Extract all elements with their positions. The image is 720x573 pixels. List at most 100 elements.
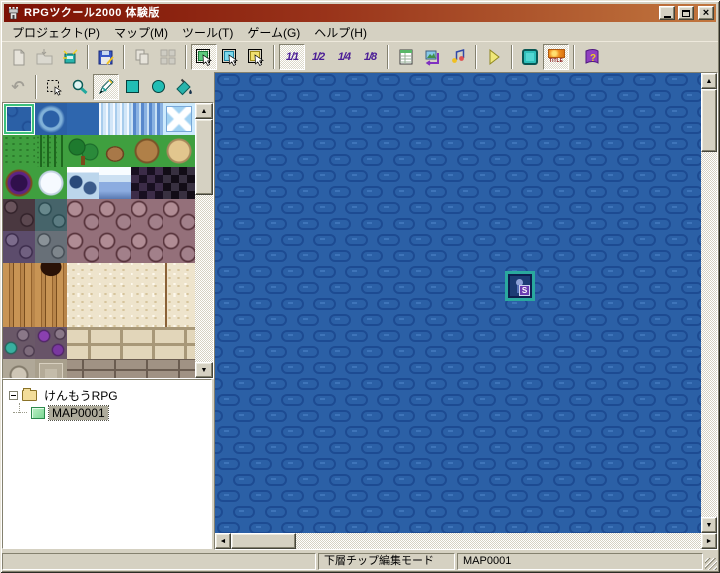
palette-tile-pebble-teal[interactable] (3, 327, 35, 359)
party-start-marker[interactable]: S (505, 271, 535, 301)
palette-tile-brick-dark[interactable] (163, 359, 195, 378)
palette-tile-brick-dark[interactable] (67, 359, 99, 378)
paste-button[interactable] (155, 44, 181, 70)
palette-tile-mountain[interactable] (99, 167, 131, 199)
rectangle-tool-button[interactable] (119, 74, 145, 100)
menu-tools[interactable]: ツール(T) (175, 23, 240, 42)
palette-tile-wood-cave[interactable] (35, 263, 67, 295)
project-root-label[interactable]: けんもうRPG (41, 387, 121, 404)
map-hscrollbar-thumb[interactable] (231, 533, 296, 549)
palette-tile-wood[interactable] (3, 295, 35, 327)
map-vertical-scrollbar[interactable]: ▲ ▼ (701, 73, 717, 533)
lower-layer-mode-button[interactable] (191, 44, 217, 70)
palette-tile-tile-square[interactable] (35, 359, 67, 378)
minimize-button[interactable] (659, 6, 675, 20)
map-node-label[interactable]: MAP0001 (49, 406, 108, 420)
palette-tile-mound[interactable] (99, 135, 131, 167)
fill-tool-button[interactable] (171, 74, 197, 100)
palette-tile-boulder[interactable] (67, 231, 99, 263)
palette-tile-dark-cross2[interactable] (163, 167, 195, 199)
palette-tile-brick[interactable] (163, 327, 195, 359)
palette-tile-sand[interactable] (131, 263, 163, 295)
palette-tile-brick[interactable] (99, 327, 131, 359)
menu-game[interactable]: ゲーム(G) (240, 23, 307, 42)
resize-grip[interactable] (705, 558, 717, 570)
title-screen-toggle-button[interactable]: TITLE (543, 44, 569, 70)
save-button[interactable] (93, 44, 119, 70)
palette-tile-cobble-star[interactable] (3, 359, 35, 378)
palette-tile-boulder[interactable] (163, 231, 195, 263)
palette-tile-sand[interactable] (99, 263, 131, 295)
palette-tile-crater[interactable] (3, 167, 35, 199)
pen-tool-button[interactable] (93, 74, 119, 100)
palette-tile-boulder[interactable] (131, 199, 163, 231)
close-button[interactable]: × (698, 6, 714, 20)
zoom-1-4-button[interactable]: 1/4 (331, 44, 357, 70)
palette-scroll-down-button[interactable]: ▼ (195, 362, 213, 378)
zoom-1-2-button[interactable]: 1/2 (305, 44, 331, 70)
palette-tile-sand-crack[interactable] (163, 295, 195, 327)
undo-button[interactable]: ↶ (5, 74, 31, 100)
zoom-1-8-button[interactable]: 1/8 (357, 44, 383, 70)
palette-tile-ice[interactable] (163, 103, 195, 135)
menu-project[interactable]: プロジェクト(P) (5, 23, 107, 42)
database-button[interactable] (393, 44, 419, 70)
open-project-button[interactable] (31, 44, 57, 70)
palette-tile-waterfall[interactable] (131, 103, 163, 135)
zoom-tool-button[interactable] (67, 74, 93, 100)
zoom-1-1-button[interactable]: 1/1 (279, 44, 305, 70)
palette-tile-boulder[interactable] (99, 199, 131, 231)
tree-collapse-icon[interactable] (9, 391, 18, 400)
music-button[interactable] (445, 44, 471, 70)
palette-tile-wood[interactable] (35, 295, 67, 327)
playtest-button[interactable] (481, 44, 507, 70)
palette-tile-brick[interactable] (131, 327, 163, 359)
palette-tile-sand[interactable] (67, 295, 99, 327)
palette-tile-dirt[interactable] (131, 135, 163, 167)
palette-tile-boulder[interactable] (67, 199, 99, 231)
tree-node-map[interactable]: MAP0001 (31, 404, 211, 421)
ellipse-tool-button[interactable] (145, 74, 171, 100)
palette-tile-snow[interactable] (35, 167, 67, 199)
map-horizontal-scrollbar[interactable]: ◄ ► (215, 533, 717, 549)
copy-button[interactable] (129, 44, 155, 70)
map-vscrollbar-thumb[interactable] (701, 89, 717, 152)
create-game-disk-button[interactable] (57, 44, 83, 70)
palette-tile-brick[interactable] (67, 327, 99, 359)
palette-tile-boulder[interactable] (99, 231, 131, 263)
map-scroll-right-button[interactable]: ► (701, 533, 717, 549)
palette-tile-sand-crack[interactable] (163, 263, 195, 295)
palette-tile-rock-purple[interactable] (3, 231, 35, 263)
palette-tile-rock-dark[interactable] (3, 199, 35, 231)
palette-tile-boulder[interactable] (131, 231, 163, 263)
palette-tile-deep[interactable] (67, 103, 99, 135)
palette-scrollbar-thumb[interactable] (195, 119, 213, 195)
fullscreen-toggle-button[interactable] (517, 44, 543, 70)
tree-node-project[interactable]: けんもうRPG (9, 387, 211, 404)
select-tool-button[interactable] (41, 74, 67, 100)
upper-layer-mode-button[interactable] (217, 44, 243, 70)
palette-tile-sand[interactable] (67, 263, 99, 295)
palette-scroll-up-button[interactable]: ▲ (195, 103, 213, 119)
palette-tile-tufts[interactable] (35, 135, 67, 167)
palette-tile-sand[interactable] (99, 295, 131, 327)
map-scroll-left-button[interactable]: ◄ (215, 533, 231, 549)
palette-tile-brick-dark[interactable] (131, 359, 163, 378)
event-layer-mode-button[interactable] (243, 44, 269, 70)
palette-tile-trees[interactable] (67, 135, 99, 167)
palette-tile-boulder[interactable] (163, 199, 195, 231)
palette-tile-waterfall-light[interactable] (99, 103, 131, 135)
palette-tile-sand[interactable] (131, 295, 163, 327)
palette-tile-pool[interactable] (35, 103, 67, 135)
menu-help[interactable]: ヘルプ(H) (307, 23, 374, 42)
palette-tile-water[interactable] (3, 103, 35, 135)
menu-map[interactable]: マップ(M) (107, 23, 175, 42)
palette-tile-grass[interactable] (3, 135, 35, 167)
palette-tile-rock-teal[interactable] (35, 199, 67, 231)
maximize-button[interactable] (678, 6, 694, 20)
resource-manager-button[interactable] (419, 44, 445, 70)
map-scroll-down-button[interactable]: ▼ (701, 517, 717, 533)
palette-tile-snow-trees[interactable] (67, 167, 99, 199)
palette-tile-brick-dark[interactable] (99, 359, 131, 378)
new-project-button[interactable] (5, 44, 31, 70)
